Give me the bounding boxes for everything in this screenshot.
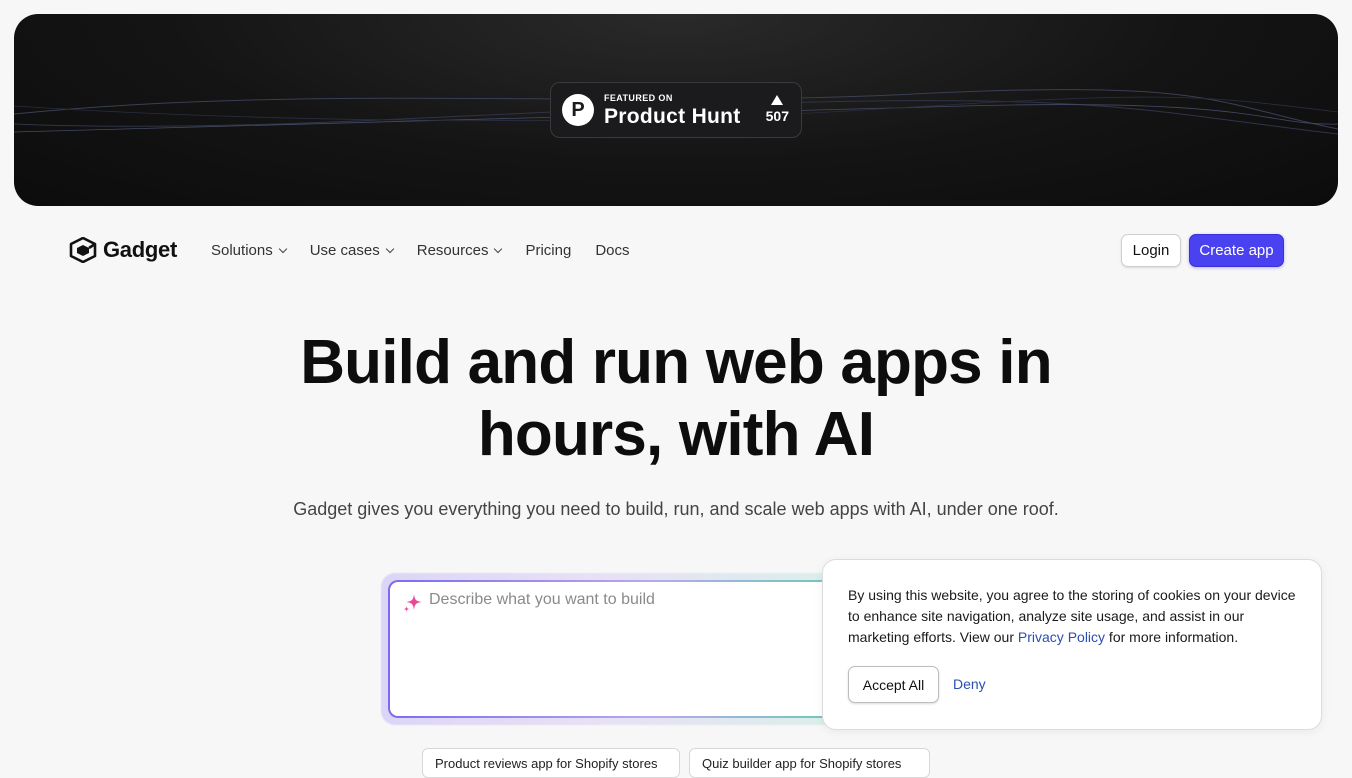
deny-button[interactable]: Deny [953,676,986,692]
nav-use-cases-label: Use cases [309,242,380,259]
brand-name: Gadget [103,237,177,262]
product-hunt-label: Product Hunt [604,104,741,128]
gadget-cube-icon [69,237,97,263]
cookie-text-end: for more information. [1105,629,1239,645]
top-navigation: Gadget Solutions Use cases Resources Pri… [0,228,1352,272]
login-button[interactable]: Login [1121,234,1181,267]
cookie-consent-dialog: By using this website, you agree to the … [822,559,1322,730]
cookie-message: By using this website, you agree to the … [848,585,1308,648]
product-hunt-logo-icon: P [562,94,594,126]
hero-subtitle: Gadget gives you everything you need to … [293,499,1059,519]
prompt-input[interactable] [429,591,829,609]
featured-on-label: FEATURED ON [604,92,673,103]
nav-solutions-label: Solutions [211,242,273,259]
suggestion-chip[interactable]: Product reviews app for Shopify stores [422,748,680,778]
nav-resources[interactable]: Resources [416,242,503,259]
accept-all-button[interactable]: Accept All [848,666,939,703]
gadget-logo[interactable]: Gadget [69,237,177,263]
create-app-button[interactable]: Create app [1189,234,1284,267]
nav-pricing-label: Pricing [525,242,572,259]
hero-title-line-2: hours, with AI [477,400,875,469]
vote-count: 507 [765,108,789,124]
nav-docs[interactable]: Docs [595,242,629,259]
chevron-down-icon [278,244,287,253]
sparkle-icon [403,594,422,612]
nav-docs-label: Docs [595,242,630,259]
privacy-policy-link[interactable]: Privacy Policy [1018,629,1105,645]
nav-use-cases[interactable]: Use cases [309,242,394,259]
nav-resources-label: Resources [416,242,489,259]
nav-pricing[interactable]: Pricing [525,242,571,259]
chevron-down-icon [494,244,503,253]
product-hunt-banner: P FEATURED ON Product Hunt 507 [14,14,1338,206]
nav-links: Solutions Use cases Resources Pricing Do… [211,242,654,259]
chevron-down-icon [385,244,394,253]
upvote-triangle-icon [771,95,784,105]
suggestion-chip[interactable]: Quiz builder app for Shopify stores [689,748,930,778]
product-hunt-badge[interactable]: P FEATURED ON Product Hunt 507 [550,82,802,138]
upvote-count: 507 [766,95,789,123]
nav-solutions[interactable]: Solutions [211,242,287,259]
hero-title-line-1: Build and run web apps in [300,328,1052,397]
hero-title: Build and run web apps in hours, with AI [0,327,1352,471]
